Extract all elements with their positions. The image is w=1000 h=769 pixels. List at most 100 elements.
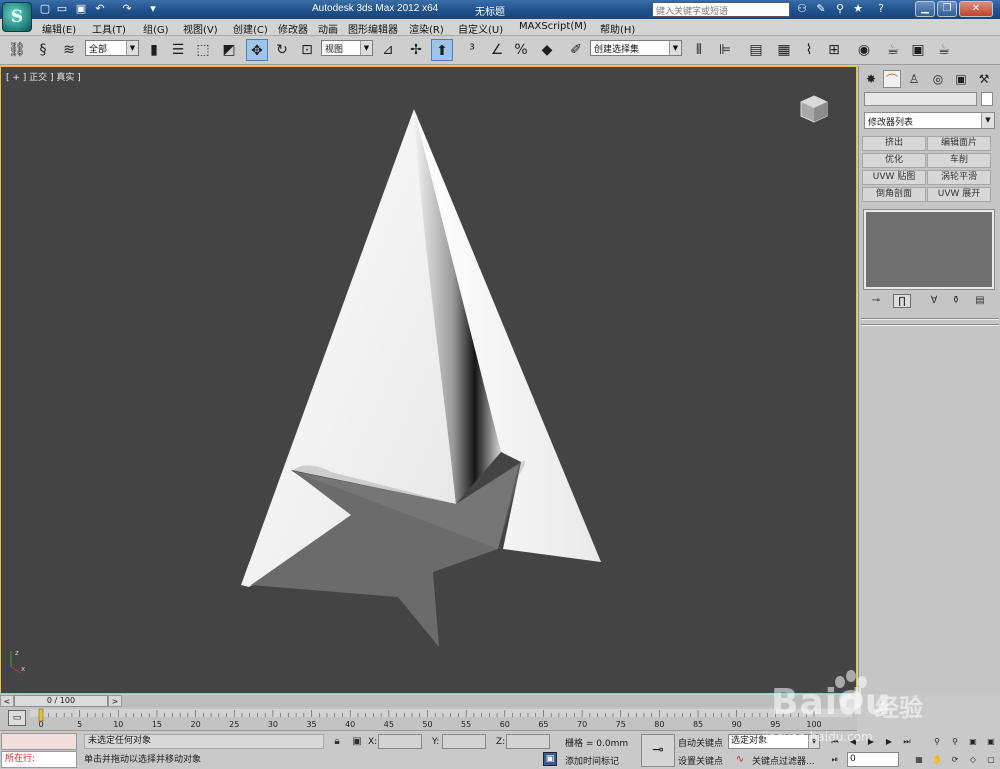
redo-icon[interactable]: ↷: [120, 2, 134, 16]
pivot-icon[interactable]: ⊿: [377, 39, 399, 61]
modify-tab-icon[interactable]: ⌒: [883, 70, 901, 88]
render-icon[interactable]: ☕: [933, 39, 955, 61]
pan-view-icon[interactable]: ✋: [930, 753, 944, 767]
key-filters-button[interactable]: 关键点过滤器...: [752, 754, 815, 767]
keyboard-shortcut-icon[interactable]: ⬆: [431, 39, 453, 61]
remove-modifier-icon[interactable]: ⚱: [947, 294, 965, 308]
minimize-button[interactable]: ▁: [915, 1, 935, 17]
app-logo-icon[interactable]: S: [2, 2, 32, 32]
go-to-start-icon[interactable]: ⏮: [828, 735, 842, 749]
unlink-icon[interactable]: §: [32, 39, 54, 61]
modifier-lathe-button[interactable]: 车削: [927, 153, 991, 168]
current-frame-field[interactable]: 0: [847, 752, 899, 767]
set-key-icon[interactable]: ⊸: [641, 734, 675, 767]
percent-snap-icon[interactable]: %: [510, 39, 532, 61]
edit-named-selection-icon[interactable]: ✐: [565, 39, 587, 61]
next-frame-icon[interactable]: ▶: [882, 735, 896, 749]
previous-frame-icon[interactable]: ◀: [846, 735, 860, 749]
select-object-icon[interactable]: ▮: [143, 39, 165, 61]
time-configuration-icon[interactable]: ▦: [912, 753, 926, 767]
viewcube-icon[interactable]: [798, 93, 830, 125]
track-bar[interactable]: ▭ 0 5 10 15 20 25 30 35 40 45 50 55 60 65 70 75 80 85 90 95…: [0, 707, 857, 731]
help-icon[interactable]: ?: [874, 2, 888, 16]
hierarchy-tab-icon[interactable]: ♙: [905, 70, 923, 88]
search-communication-icon[interactable]: ⚲: [833, 2, 847, 16]
menu-help[interactable]: 帮助(H): [600, 21, 635, 36]
y-coordinate-field[interactable]: [442, 734, 486, 749]
orbit-icon[interactable]: ⟳: [948, 753, 962, 767]
object-color-swatch[interactable]: [981, 92, 993, 106]
z-coordinate-field[interactable]: [506, 734, 550, 749]
play-icon[interactable]: ▶: [864, 735, 878, 749]
bind-spacewarp-icon[interactable]: ≋: [58, 39, 80, 61]
key-selection-dropdown[interactable]: 选定对象 ▼: [728, 734, 820, 749]
mirror-icon[interactable]: ⫴: [688, 39, 710, 61]
modifier-turbosmooth-button[interactable]: 涡轮平滑: [927, 170, 991, 185]
current-frame-marker[interactable]: [38, 708, 44, 722]
utilities-tab-icon[interactable]: ⚒: [975, 70, 993, 88]
snap-3d-icon[interactable]: ³: [461, 39, 483, 61]
named-selection-dropdown[interactable]: 创建选择集 ▼: [590, 40, 682, 56]
absolute-mode-icon[interactable]: ▣: [350, 735, 364, 749]
layer-manager-icon[interactable]: ▤: [745, 39, 767, 61]
key-tangent-icon[interactable]: ∿: [733, 753, 747, 767]
reference-coordinate-dropdown[interactable]: 视图 ▼: [321, 40, 373, 56]
menu-edit[interactable]: 编辑(E): [42, 21, 76, 36]
star-cone-model[interactable]: [241, 109, 601, 647]
menu-views[interactable]: 视图(V): [183, 21, 218, 36]
align-icon[interactable]: ⊫: [714, 39, 736, 61]
menu-create[interactable]: 创建(C): [233, 21, 268, 36]
modifier-unwrap-uvw-button[interactable]: UVW 展开: [927, 187, 991, 202]
show-end-result-icon[interactable]: ∏: [893, 294, 911, 308]
time-slider[interactable]: < 0 / 100 >: [0, 695, 857, 707]
search-input[interactable]: 键入关键字或短语: [652, 2, 790, 17]
selection-filter-dropdown[interactable]: 全部 ▼: [85, 40, 139, 56]
rendered-frame-icon[interactable]: ▣: [907, 39, 929, 61]
configure-sets-icon[interactable]: ▤: [971, 294, 989, 308]
time-slider-handle[interactable]: 0 / 100: [14, 695, 108, 707]
menu-graph-editors[interactable]: 图形编辑器: [348, 21, 398, 36]
pin-stack-icon[interactable]: ⊸: [867, 294, 885, 308]
zoom-icon[interactable]: ⚲: [930, 735, 944, 749]
zoom-extents-all-icon[interactable]: ▣: [984, 735, 998, 749]
time-slider-next-button[interactable]: >: [108, 695, 122, 707]
link-icon[interactable]: ⛓: [6, 39, 28, 61]
graphite-ribbon-icon[interactable]: ▦: [773, 39, 795, 61]
zoom-extents-icon[interactable]: ▣: [966, 735, 980, 749]
modifier-edit-patch-button[interactable]: 编辑面片: [927, 136, 991, 151]
lock-selection-icon[interactable]: 🔒︎: [330, 735, 344, 749]
window-crossing-icon[interactable]: ◩: [218, 39, 240, 61]
x-coordinate-field[interactable]: [378, 734, 422, 749]
create-tab-icon[interactable]: ✸: [862, 70, 880, 88]
set-key-button[interactable]: 设置关键点: [678, 754, 723, 767]
open-icon[interactable]: ▭: [55, 2, 69, 16]
motion-tab-icon[interactable]: ◎: [929, 70, 947, 88]
viewport-label[interactable]: [ + ] 正交 ] 真实 ]: [6, 70, 81, 83]
close-button[interactable]: ✕: [959, 1, 993, 17]
key-mode-icon[interactable]: ⏯: [828, 753, 842, 767]
modifier-bevel-profile-button[interactable]: 倒角剖面: [862, 187, 926, 202]
rotate-icon[interactable]: ↻: [271, 39, 293, 61]
spinner-snap-icon[interactable]: ◆: [536, 39, 558, 61]
menu-animation[interactable]: 动画: [318, 21, 338, 36]
select-manipulate-icon[interactable]: ✢: [405, 39, 427, 61]
zoom-all-icon[interactable]: ⚲: [948, 735, 962, 749]
select-by-name-icon[interactable]: ☰: [167, 39, 189, 61]
viewport-perspective[interactable]: z x [ + ] 正交 ] 真实 ]: [0, 66, 857, 694]
curve-editor-icon[interactable]: ⌇: [798, 39, 820, 61]
customize-dropdown-icon[interactable]: ▾: [146, 2, 160, 16]
modifier-stack-list[interactable]: [863, 209, 995, 290]
field-of-view-icon[interactable]: ◇: [966, 753, 980, 767]
auto-key-button[interactable]: 自动关键点: [678, 736, 723, 749]
scale-icon[interactable]: ⊡: [296, 39, 318, 61]
go-to-end-icon[interactable]: ⏭: [900, 735, 914, 749]
new-icon[interactable]: ▢: [38, 2, 52, 16]
menu-tools[interactable]: 工具(T): [92, 21, 126, 36]
render-setup-icon[interactable]: ☕: [882, 39, 904, 61]
add-time-tag-icon[interactable]: ▣: [543, 752, 557, 766]
schematic-view-icon[interactable]: ⊞: [823, 39, 845, 61]
undo-icon[interactable]: ↶: [93, 2, 107, 16]
angle-snap-icon[interactable]: ∠: [486, 39, 508, 61]
menu-customize[interactable]: 自定义(U): [458, 21, 503, 36]
menu-modifiers[interactable]: 修改器: [278, 21, 308, 36]
